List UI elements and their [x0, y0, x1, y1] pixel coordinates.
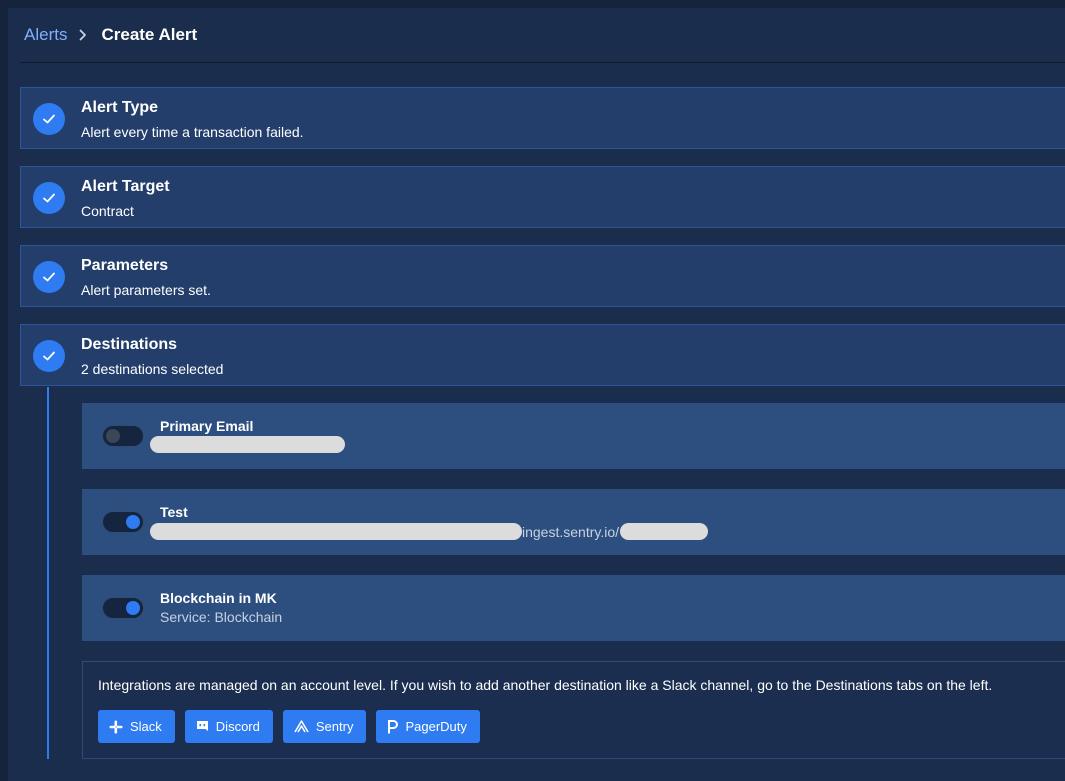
slack-icon [109, 720, 123, 733]
destination-name: Primary Email [160, 418, 254, 434]
integration-buttons: Slack Discord Sentry PagerDuty [98, 710, 490, 743]
pagerduty-button-label: PagerDuty [405, 719, 467, 734]
discord-icon [196, 721, 208, 731]
check-icon [33, 340, 65, 372]
step-title: Alert Target [81, 178, 170, 195]
step-alert-type[interactable]: Alert Type Alert every time a transactio… [20, 87, 1065, 149]
destination-primary-email: Primary Email [82, 403, 1065, 469]
slack-button-label: Slack [130, 719, 162, 734]
integrations-info-text: Integrations are managed on an account l… [98, 677, 993, 693]
discord-button-label: Discord [215, 719, 260, 734]
step-subtitle: Alert parameters set. [81, 282, 211, 298]
header-divider [20, 62, 1065, 63]
destination-detail: ingest.sentry.io/ [150, 523, 709, 540]
step-connector-line [47, 387, 49, 759]
sentry-icon [294, 720, 309, 733]
step-title: Destinations [81, 336, 178, 353]
pagerduty-button[interactable]: PagerDuty [376, 710, 480, 743]
destination-test: Test ingest.sentry.io/ [82, 489, 1065, 555]
check-icon [33, 261, 65, 293]
sentry-button[interactable]: Sentry [282, 710, 367, 743]
destination-toggle[interactable] [102, 511, 144, 533]
destination-url-fragment: ingest.sentry.io/ [522, 523, 620, 540]
breadcrumb-alerts-link[interactable]: Alerts [24, 25, 67, 45]
sentry-button-label: Sentry [315, 719, 354, 734]
step-subtitle: Alert every time a transaction failed. [81, 124, 304, 140]
step-title: Parameters [81, 257, 169, 274]
redacted-text [620, 523, 709, 540]
step-destinations[interactable]: Destinations 2 destinations selected [20, 324, 1065, 386]
pagerduty-icon [388, 719, 399, 733]
check-icon [33, 103, 65, 135]
redacted-text [150, 436, 345, 453]
app-frame: Alerts Create Alert Alert Type Alert eve… [0, 0, 1065, 781]
step-subtitle: Contract [81, 203, 134, 219]
step-parameters[interactable]: Parameters Alert parameters set. [20, 245, 1065, 307]
step-alert-target[interactable]: Alert Target Contract [20, 166, 1065, 228]
chevron-right-icon [79, 29, 87, 41]
discord-button[interactable]: Discord [184, 710, 273, 743]
destination-detail [150, 436, 345, 453]
step-title: Alert Type [81, 99, 159, 116]
destination-name: Test [160, 504, 188, 520]
destination-toggle[interactable] [102, 597, 144, 619]
destination-blockchain: Blockchain in MK Service: Blockchain [82, 575, 1065, 641]
redacted-text [150, 523, 522, 540]
destination-toggle[interactable] [102, 425, 144, 447]
slack-button[interactable]: Slack [98, 710, 175, 743]
check-icon [33, 182, 65, 214]
step-subtitle: 2 destinations selected [81, 361, 224, 377]
destination-detail: Service: Blockchain [160, 609, 283, 625]
breadcrumb: Alerts Create Alert [24, 24, 197, 46]
integrations-info-box: Integrations are managed on an account l… [82, 661, 1065, 759]
breadcrumb-current: Create Alert [101, 25, 198, 44]
destination-name: Blockchain in MK [160, 590, 277, 606]
